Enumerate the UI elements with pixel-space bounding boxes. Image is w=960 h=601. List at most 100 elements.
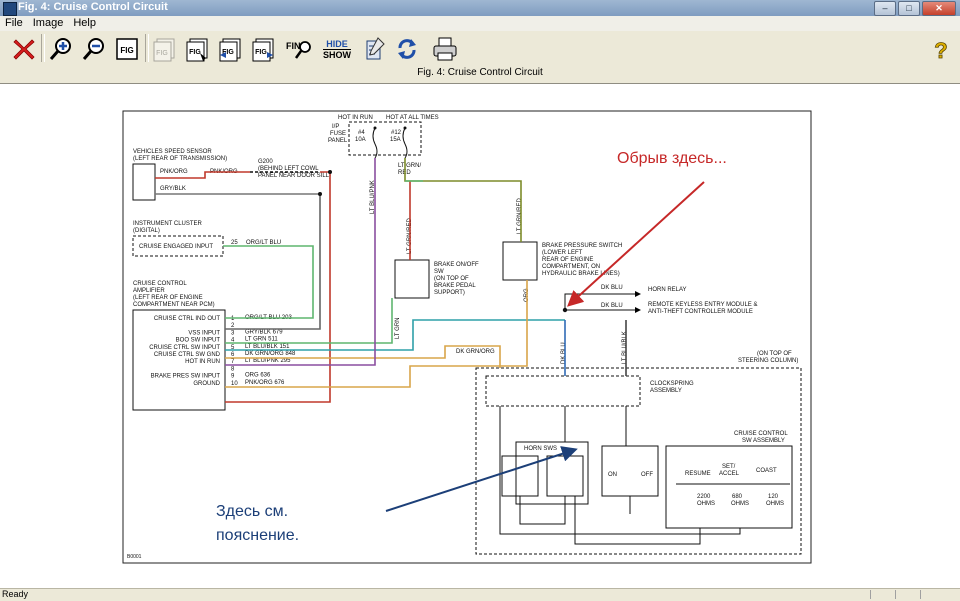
maximize-button[interactable]: □ bbox=[898, 1, 920, 16]
sw-assembly-label-1: CRUISE CONTROL bbox=[734, 431, 788, 437]
zoom-in-button[interactable] bbox=[45, 33, 77, 65]
notes-button[interactable] bbox=[357, 33, 389, 65]
fuse-12-number: #12 bbox=[391, 130, 402, 136]
g200-label-1: G200 bbox=[258, 159, 273, 165]
amplifier-pin-wire: LT BLU/PNK 295 bbox=[245, 358, 291, 364]
ip-label: I/P bbox=[332, 124, 339, 130]
cluster-wire-label: ORG/LT BLU bbox=[246, 240, 281, 246]
fuse-12-amperage: 15A bbox=[390, 137, 401, 143]
resistor-1-unit: OHMS bbox=[697, 501, 715, 507]
clockspring-label-2: ASSEMBLY bbox=[650, 388, 682, 394]
brake-pressure-label-1: BRAKE PRESSURE SWITCH bbox=[542, 243, 622, 249]
menu-help[interactable]: Help bbox=[68, 16, 101, 31]
brake-pressure-label-2: (LOWER LEFT bbox=[542, 250, 583, 256]
next-figure-button[interactable]: FIG bbox=[247, 33, 279, 65]
on-label: ON bbox=[608, 472, 617, 478]
close-button[interactable] bbox=[8, 33, 40, 65]
resume-label: RESUME bbox=[685, 471, 711, 477]
hide-show-button[interactable]: HIDE SHOW bbox=[320, 33, 354, 65]
cluster-pin-25: 25 bbox=[231, 240, 238, 246]
figure-code: B0001 bbox=[127, 554, 142, 560]
zoom-out-icon bbox=[82, 38, 104, 60]
svg-text:FIG: FIG bbox=[156, 50, 168, 57]
print-button[interactable] bbox=[428, 33, 462, 65]
instrument-cluster-label-2: (DIGITAL) bbox=[133, 228, 160, 234]
figure-hand-icon: FIG bbox=[186, 38, 208, 62]
close-window-button[interactable]: ✕ bbox=[922, 1, 956, 16]
svg-text:?: ? bbox=[934, 38, 947, 62]
amplifier-label-3: (LEFT REAR OF ENGINE bbox=[133, 295, 203, 301]
brake-pressure-label-3: REAR OF ENGINE bbox=[542, 257, 593, 263]
brake-pressure-label-4: COMPARTMENT, ON bbox=[542, 264, 600, 270]
first-figure-icon: FIG bbox=[153, 38, 175, 62]
refresh-button[interactable] bbox=[391, 33, 423, 65]
amplifier-pin-wire: LT GRN 511 bbox=[245, 337, 278, 343]
menu-file[interactable]: File bbox=[0, 16, 28, 31]
printer-icon bbox=[433, 37, 457, 61]
off-label: OFF bbox=[641, 472, 653, 478]
annotation-see-text-1: Здесь см. bbox=[216, 503, 288, 520]
figure-caption: Fig. 4: Cruise Control Circuit bbox=[0, 65, 960, 83]
title-bar: Fig. 4: Cruise Control Circuit – □ ✕ bbox=[0, 0, 960, 16]
g200-label-2: (BEHIND LEFT COWL bbox=[258, 166, 319, 172]
next-figure-icon: FIG bbox=[252, 38, 274, 62]
set-label: SET/ bbox=[722, 464, 736, 470]
show-label: SHOW bbox=[323, 48, 351, 60]
amplifier-pin-label: HOT IN RUN bbox=[185, 359, 220, 365]
amplifier-pin-wire: ORG 636 bbox=[245, 373, 271, 379]
svg-text:FIG: FIG bbox=[255, 49, 267, 56]
svg-text:FIG: FIG bbox=[189, 49, 201, 56]
amplifier-pin-wire: LT BLU/BLK 151 bbox=[245, 344, 290, 350]
accel-label: ACCEL bbox=[719, 471, 740, 477]
wire-label-lt-grn: LT GRN/ bbox=[398, 163, 421, 169]
brake-pressure-label-5: HYDRAULIC BRAKE LINES) bbox=[542, 271, 620, 277]
previous-figure-icon: FIG bbox=[219, 38, 241, 62]
wire-label-dk-grn-org: DK GRN/ORG bbox=[456, 349, 495, 355]
amplifier-pin-label: BOO SW INPUT bbox=[176, 338, 221, 344]
fit-figure-button[interactable]: FIG bbox=[111, 33, 143, 65]
notes-icon bbox=[366, 37, 385, 60]
amplifier-pin-wire: DK GRN/ORG 848 bbox=[245, 351, 296, 357]
menu-image[interactable]: Image bbox=[28, 16, 69, 31]
minimize-button[interactable]: – bbox=[874, 1, 896, 16]
horn-relay-label: HORN RELAY bbox=[648, 287, 687, 293]
wire-label-lt-grn: LT GRN bbox=[395, 318, 401, 339]
help-icon: ? bbox=[934, 38, 948, 62]
amplifier-label-4: COMPARTMENT NEAR PCM) bbox=[133, 302, 215, 308]
figure-pointer-button[interactable]: FIG bbox=[181, 33, 213, 65]
vss-label-2: (LEFT REAR OF TRANSMISSION) bbox=[133, 156, 227, 162]
help-button[interactable]: ? bbox=[925, 33, 957, 65]
amplifier-pin-label: CRUISE CTRL IND OUT bbox=[154, 316, 220, 322]
wire-label-dk-blu-v: DK BLU bbox=[561, 342, 567, 364]
resistor-2-unit: OHMS bbox=[731, 501, 749, 507]
amplifier-pin-label: GROUND bbox=[193, 381, 220, 387]
annotation-see-text-2: пояснение. bbox=[216, 527, 299, 544]
steering-label-2: STEERING COLUMN) bbox=[738, 358, 798, 364]
find-button[interactable]: FIND bbox=[282, 33, 316, 65]
first-figure-button[interactable]: FIG bbox=[148, 33, 180, 65]
cruise-engaged-input-label: CRUISE ENGAGED INPUT bbox=[139, 244, 213, 250]
fuse-4-amperage: 10A bbox=[355, 137, 366, 143]
zoom-out-button[interactable] bbox=[78, 33, 110, 65]
toolbar: FIG FIG FIG FIG FIG FIND HIDE SHOW ? bbox=[0, 31, 960, 66]
amplifier-label-2: AMPLIFIER bbox=[133, 288, 165, 294]
instrument-cluster-label-1: INSTRUMENT CLUSTER bbox=[133, 221, 203, 227]
vss-label-1: VEHICLES SPEED SENSOR bbox=[133, 149, 212, 155]
amplifier-pin-label: CRUISE CTRL SW INPUT bbox=[149, 345, 220, 351]
amplifier-label-1: CRUISE CONTROL bbox=[133, 281, 187, 287]
annotation-break-text: Обрыв здесь... bbox=[617, 150, 727, 167]
resistor-2-value: 680 bbox=[732, 494, 743, 500]
window-title: Fig. 4: Cruise Control Circuit bbox=[18, 1, 168, 13]
panel-label: PANEL bbox=[328, 138, 348, 144]
amplifier-pin-label: BRAKE PRES SW INPUT bbox=[151, 374, 221, 380]
resistor-1-value: 2200 bbox=[697, 494, 711, 500]
refresh-icon bbox=[398, 39, 416, 59]
brake-onoff-label-5: SUPPORT) bbox=[434, 290, 465, 296]
zoom-in-icon bbox=[49, 38, 71, 60]
previous-figure-button[interactable]: FIG bbox=[214, 33, 246, 65]
resistor-3-value: 120 bbox=[768, 494, 779, 500]
brake-onoff-label-3: (ON TOP OF bbox=[434, 276, 469, 282]
steering-label-1: (ON TOP OF bbox=[757, 351, 792, 357]
resistor-3-unit: OHMS bbox=[766, 501, 784, 507]
hide-label: HIDE bbox=[326, 38, 348, 49]
